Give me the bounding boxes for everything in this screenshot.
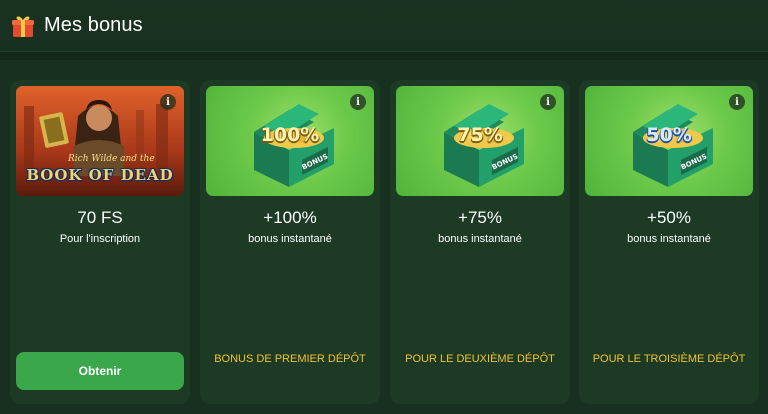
bonus-amount: 70 FS [77,208,123,227]
obtain-button[interactable]: Obtenir [16,352,184,390]
info-icon[interactable]: i [160,94,176,110]
deposit-note: BONUS DE PREMIER DÉPÔT [214,353,366,365]
deposit-note: POUR LE DEUXIÈME DÉPÔT [405,353,555,365]
game-title: BOOK OF DEAD [26,166,174,184]
bonus-chest-image: BONUS 50% i [585,86,753,196]
chest-percentage: 75% [457,124,503,146]
gift-icon [12,16,34,37]
bonus-panel: Rich Wilde and the BOOK OF DEAD i 70 FS … [0,60,768,414]
info-icon[interactable]: i [729,94,745,110]
page-header: Mes bonus [0,0,768,52]
info-icon[interactable]: i [540,94,556,110]
bonus-card-second-deposit: BONUS 75% i +75% bonus instantané POUR L… [390,80,570,404]
deposit-note: POUR LE TROISIÈME DÉPÔT [592,353,746,365]
page-title: Mes bonus [44,14,143,36]
chest-percentage: 100% [260,124,320,146]
bonus-description: bonus instantané [627,233,711,245]
bonus-amount: +75% [458,208,502,227]
bonus-card-third-deposit: BONUS 50% i +50% bonus instantané POUR L… [579,80,759,404]
bonus-card-registration: Rich Wilde and the BOOK OF DEAD i 70 FS … [10,80,190,404]
chest-percentage: 50% [646,124,692,146]
game-subtitle: Rich Wilde and the [68,154,155,164]
info-icon[interactable]: i [350,94,366,110]
bonus-amount: +100% [263,208,317,227]
book-of-dead-image: Rich Wilde and the BOOK OF DEAD i [16,86,184,196]
bonus-description: bonus instantané [438,233,522,245]
bonus-description: bonus instantané [248,233,332,245]
bonus-description: Pour l'inscription [59,233,141,245]
bonus-amount: +50% [647,208,691,227]
bonus-chest-image: BONUS 100% i [206,86,374,196]
bonus-chest-image: BONUS 75% i [396,86,564,196]
bonus-card-first-deposit: BONUS 100% i +100% bonus instantané BONU… [200,80,380,404]
